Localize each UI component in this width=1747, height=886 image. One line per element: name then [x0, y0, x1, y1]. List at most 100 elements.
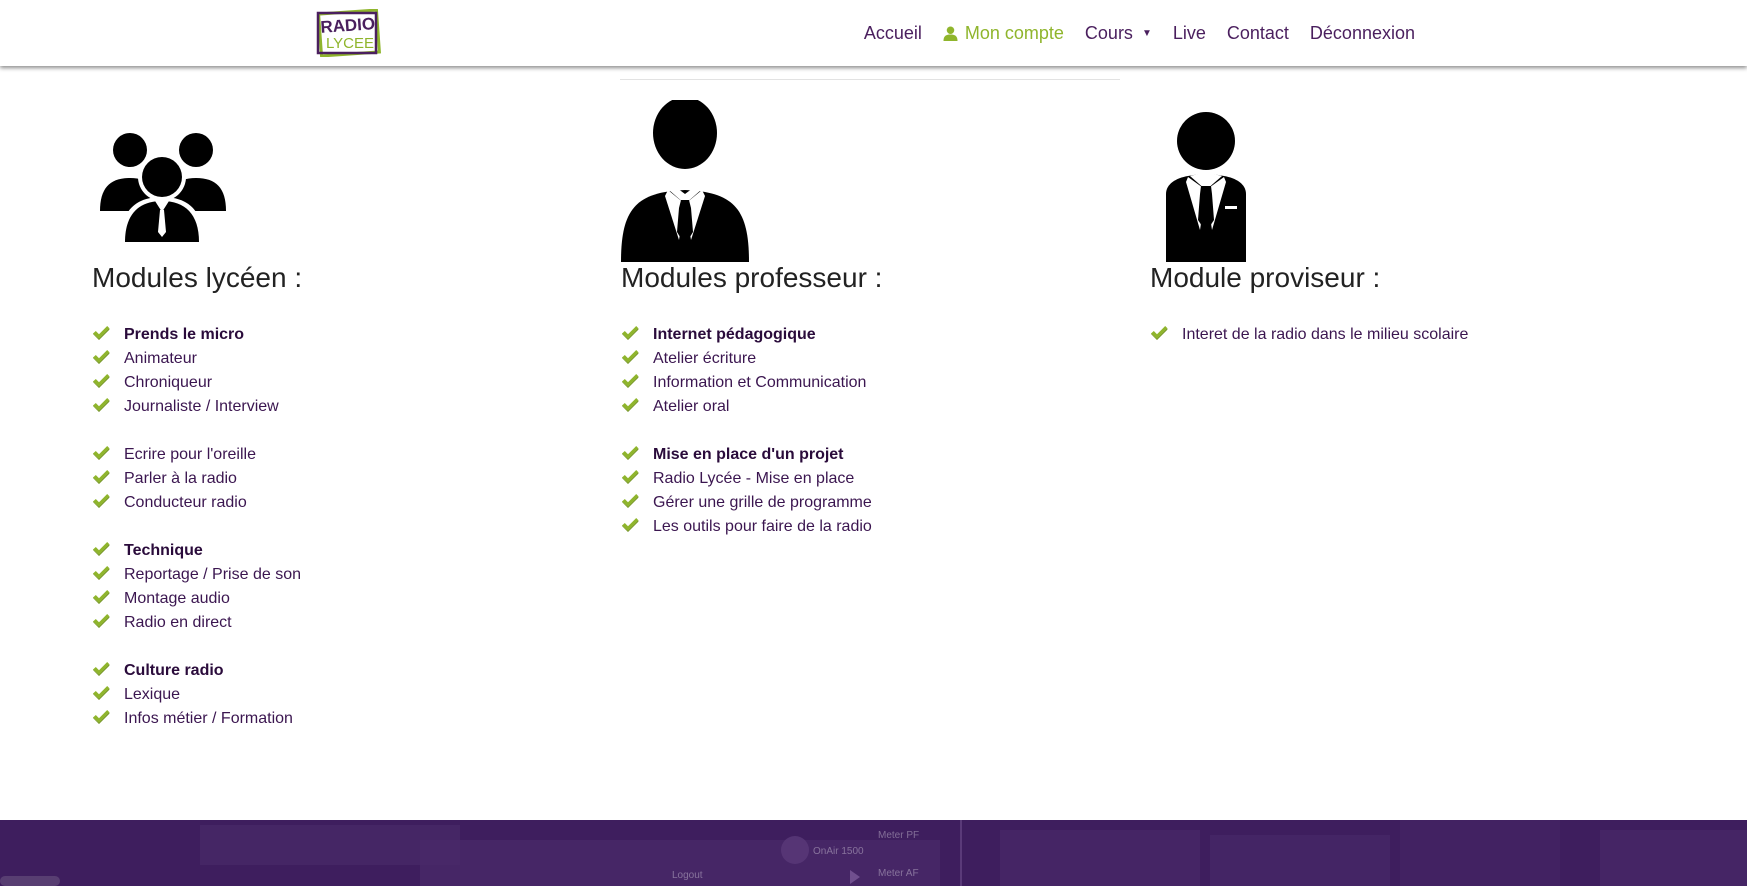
- checkmark-icon: [93, 326, 110, 340]
- logo-text-top: RADIO: [320, 14, 376, 37]
- nav-deconnexion[interactable]: Déconnexion: [1310, 23, 1415, 44]
- module-item-label: Radio en direct: [124, 614, 232, 631]
- checkmark-icon: [93, 494, 110, 508]
- proviseur-module-list: Interet de la radio dans le milieu scola…: [1150, 323, 1468, 347]
- checkmark-icon: [93, 398, 110, 412]
- checkmark-icon: [622, 326, 639, 340]
- module-item-label: Atelier écriture: [653, 350, 757, 367]
- module-item-label: Parler à la radio: [124, 470, 237, 487]
- checkmark-icon: [93, 590, 110, 604]
- nav-mon-compte[interactable]: Mon compte: [943, 23, 1064, 44]
- checkmark-icon: [93, 566, 110, 580]
- module-list-item[interactable]: Montage audio: [92, 587, 301, 611]
- module-list-item[interactable]: Technique: [92, 539, 301, 563]
- checkmark-icon: [622, 494, 639, 508]
- nav-cours[interactable]: Cours ▼: [1085, 23, 1152, 44]
- checkmark-icon: [93, 710, 110, 724]
- checkmark-icon: [93, 470, 110, 484]
- footer-banner: OnAir 1500 Meter PF Meter AF Logout: [0, 820, 1747, 886]
- checkmark-icon: [622, 518, 639, 532]
- checkmark-icon: [622, 470, 639, 484]
- module-item-label: Prends le micro: [124, 326, 245, 343]
- checkmark-icon: [93, 446, 110, 460]
- footer-text-meter-pf: Meter PF: [878, 830, 920, 841]
- module-item-label: Radio Lycée - Mise en place: [653, 470, 855, 487]
- module-list-item[interactable]: Internet pédagogique: [621, 323, 872, 347]
- module-list-item[interactable]: Animateur: [92, 347, 301, 371]
- radio-lycee-logo[interactable]: RADIO LYCEE: [315, 9, 383, 57]
- module-list-item[interactable]: Reportage / Prise de son: [92, 563, 301, 587]
- nav-mon-compte-label: Mon compte: [964, 22, 1064, 43]
- main-nav: Accueil Mon compte Cours ▼ Live Contact …: [843, 0, 1415, 66]
- module-item-label: Lexique: [124, 686, 181, 703]
- module-list-item[interactable]: Atelier écriture: [621, 347, 872, 371]
- module-item-label: Internet pédagogique: [653, 326, 816, 343]
- module-item-label: Conducteur radio: [124, 494, 247, 511]
- module-list-item[interactable]: Les outils pour faire de la radio: [621, 515, 872, 539]
- footer-mixer-background: [0, 820, 1747, 886]
- checkmark-icon: [93, 374, 110, 388]
- checkmark-icon: [622, 398, 639, 412]
- module-list-item[interactable]: Information et Communication: [621, 371, 872, 395]
- checkmark-icon: [93, 686, 110, 700]
- nav-accueil-label: Accueil: [863, 22, 922, 43]
- module-item-label: Les outils pour faire de la radio: [653, 518, 872, 535]
- checkmark-icon: [622, 350, 639, 364]
- caret-down-icon: ▼: [1141, 27, 1152, 39]
- nav-contact[interactable]: Contact: [1227, 23, 1289, 44]
- nav-contact-label: Contact: [1226, 22, 1289, 43]
- footer-text-meter-af: Meter AF: [878, 868, 919, 879]
- proviseur-title: Module proviseur :: [1150, 262, 1381, 293]
- module-item-label: Reportage / Prise de son: [124, 566, 301, 583]
- module-list-item[interactable]: Conducteur radio: [92, 491, 301, 515]
- checkmark-icon: [93, 614, 110, 628]
- module-list-item[interactable]: Journaliste / Interview: [92, 395, 301, 419]
- module-item-label: Mise en place d'un projet: [653, 446, 844, 463]
- module-item-label: Chroniqueur: [124, 374, 213, 391]
- module-list-item[interactable]: Chroniqueur: [92, 371, 301, 395]
- module-list-item[interactable]: Interet de la radio dans le milieu scola…: [1150, 323, 1468, 347]
- checkmark-icon: [93, 350, 110, 364]
- module-item-label: Infos métier / Formation: [124, 710, 293, 727]
- module-list-item[interactable]: Ecrire pour l'oreille: [92, 443, 301, 467]
- module-item-label: Culture radio: [124, 662, 224, 679]
- module-item-label: Ecrire pour l'oreille: [124, 446, 256, 463]
- user-icon: [943, 25, 958, 41]
- module-item-label: Montage audio: [124, 590, 230, 607]
- principal-silhouette-icon: [1166, 112, 1246, 262]
- module-list-item[interactable]: Radio Lycée - Mise en place: [621, 467, 872, 491]
- checkmark-icon: [93, 662, 110, 676]
- top-navbar: RADIO LYCEE Accueil Mon compte Cours ▼ L…: [0, 0, 1747, 66]
- nav-accueil[interactable]: Accueil: [864, 23, 922, 44]
- module-item-label: Gérer une grille de programme: [653, 494, 872, 511]
- module-list-item[interactable]: Lexique: [92, 683, 301, 707]
- checkmark-icon: [1151, 326, 1168, 340]
- group-people-icon: [100, 133, 226, 245]
- module-list-item[interactable]: Culture radio: [92, 659, 301, 683]
- nav-live[interactable]: Live: [1173, 23, 1206, 44]
- teacher-silhouette-icon: [621, 100, 749, 262]
- checkmark-icon: [93, 542, 110, 556]
- logo-text-bottom: LYCEE: [326, 35, 374, 52]
- professeur-title: Modules professeur :: [621, 262, 883, 293]
- module-item-label: Information et Communication: [653, 374, 867, 391]
- module-item-label: Animateur: [124, 350, 197, 367]
- module-list-item[interactable]: Atelier oral: [621, 395, 872, 419]
- section-divider: [620, 79, 1120, 80]
- lyceen-module-list: Prends le micro Animateur Chroniqueur Journ…: [92, 323, 301, 731]
- module-list-item[interactable]: Parler à la radio: [92, 467, 301, 491]
- module-list-item[interactable]: Gérer une grille de programme: [621, 491, 872, 515]
- footer-text-logout: Logout: [672, 870, 703, 881]
- nav-cours-label: Cours: [1084, 22, 1133, 43]
- module-list-item[interactable]: Prends le micro: [92, 323, 301, 347]
- nav-deconnexion-label: Déconnexion: [1309, 22, 1415, 43]
- checkmark-icon: [622, 446, 639, 460]
- module-list-item[interactable]: Infos métier / Formation: [92, 707, 301, 731]
- professeur-module-list: Internet pédagogique Atelier écriture Info…: [621, 323, 872, 539]
- module-item-label: Journaliste / Interview: [124, 398, 279, 415]
- module-list-item[interactable]: Mise en place d'un projet: [621, 443, 872, 467]
- module-item-label: Technique: [124, 542, 203, 559]
- module-list-item[interactable]: Radio en direct: [92, 611, 301, 635]
- checkmark-icon: [622, 374, 639, 388]
- module-item-label: Atelier oral: [653, 398, 730, 415]
